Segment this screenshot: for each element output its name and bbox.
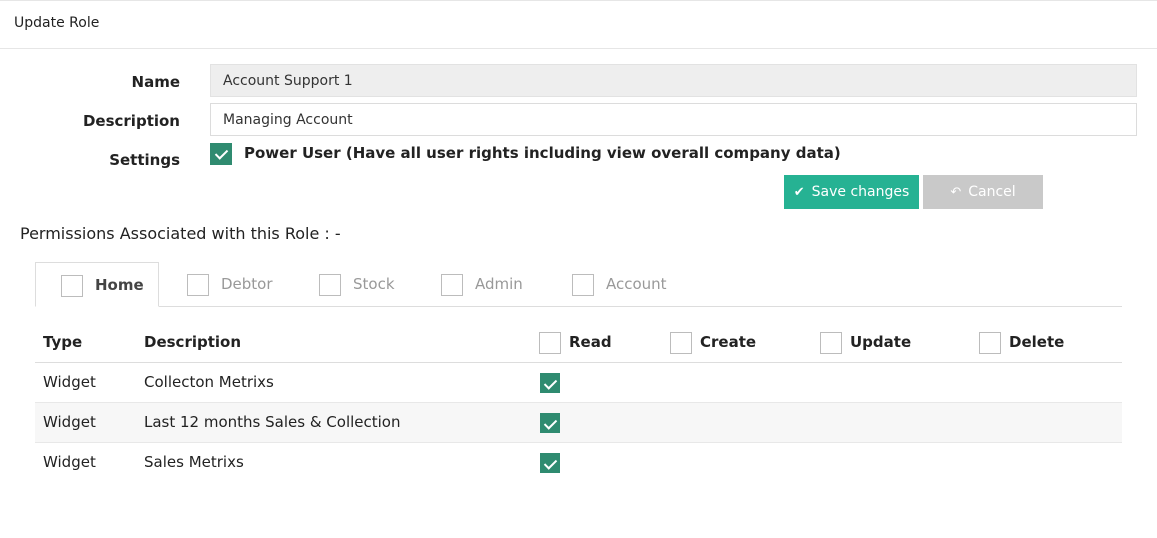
- update-all-checkbox[interactable]: [820, 332, 842, 354]
- read-all-checkbox[interactable]: [539, 332, 561, 354]
- tab-account[interactable]: Account: [560, 262, 690, 307]
- row-type: Widget: [43, 413, 96, 431]
- permissions-title: Permissions Associated with this Role : …: [20, 224, 341, 243]
- row-read-checkbox[interactable]: [540, 373, 560, 393]
- tab-home-checkbox[interactable]: [61, 275, 83, 297]
- row-read-checkbox[interactable]: [540, 413, 560, 433]
- tab-account-checkbox[interactable]: [572, 274, 594, 296]
- column-type: Type: [43, 333, 83, 351]
- tab-account-label: Account: [606, 275, 667, 293]
- permission-tabs: Home Debtor Stock Admin Account: [35, 262, 1122, 307]
- name-field: Account Support 1: [210, 64, 1137, 97]
- tab-home-label: Home: [95, 276, 144, 294]
- check-icon: ✔: [793, 184, 805, 200]
- settings-label: Settings: [109, 151, 180, 169]
- row-description: Sales Metrixs: [144, 453, 244, 471]
- row-description: Collecton Metrixs: [144, 373, 274, 391]
- table-row: Widget Last 12 months Sales & Collection: [35, 403, 1122, 443]
- tab-stock-checkbox[interactable]: [319, 274, 341, 296]
- delete-all-checkbox[interactable]: [979, 332, 1001, 354]
- tab-admin-checkbox[interactable]: [441, 274, 463, 296]
- row-description: Last 12 months Sales & Collection: [144, 413, 401, 431]
- tab-admin[interactable]: Admin: [429, 262, 539, 307]
- create-all-checkbox[interactable]: [670, 332, 692, 354]
- column-read: Read: [569, 333, 612, 351]
- tab-home[interactable]: Home: [35, 262, 159, 307]
- permissions-table-header: Type Description Read Create Update Dele…: [35, 322, 1122, 363]
- tab-debtor-checkbox[interactable]: [187, 274, 209, 296]
- name-label: Name: [131, 73, 180, 91]
- row-type: Widget: [43, 373, 96, 391]
- page-title: Update Role: [14, 15, 100, 31]
- tab-stock[interactable]: Stock: [307, 262, 417, 307]
- column-create: Create: [700, 333, 757, 351]
- tab-debtor-label: Debtor: [221, 275, 273, 293]
- power-user-checkbox[interactable]: [210, 143, 232, 165]
- save-button-label: Save changes: [811, 184, 910, 200]
- name-value: Account Support 1: [223, 72, 353, 89]
- power-user-label: Power User (Have all user rights includi…: [244, 144, 841, 162]
- description-field[interactable]: Managing Account: [210, 103, 1137, 136]
- description-value: Managing Account: [223, 111, 353, 128]
- description-label: Description: [82, 112, 180, 130]
- undo-icon: ↶: [950, 184, 962, 200]
- table-row: Widget Collecton Metrixs: [35, 363, 1122, 403]
- cancel-button[interactable]: ↶ Cancel: [923, 175, 1043, 209]
- tab-stock-label: Stock: [353, 275, 395, 293]
- save-changes-button[interactable]: ✔ Save changes: [784, 175, 919, 209]
- tab-admin-label: Admin: [475, 275, 523, 293]
- column-description: Description: [144, 333, 242, 351]
- tab-debtor[interactable]: Debtor: [175, 262, 295, 307]
- cancel-button-label: Cancel: [968, 184, 1016, 200]
- column-update: Update: [850, 333, 912, 351]
- modal-header: Update Role: [0, 0, 1157, 49]
- row-type: Widget: [43, 453, 96, 471]
- row-read-checkbox[interactable]: [540, 453, 560, 473]
- column-delete: Delete: [1009, 333, 1065, 351]
- table-row: Widget Sales Metrixs: [35, 443, 1122, 483]
